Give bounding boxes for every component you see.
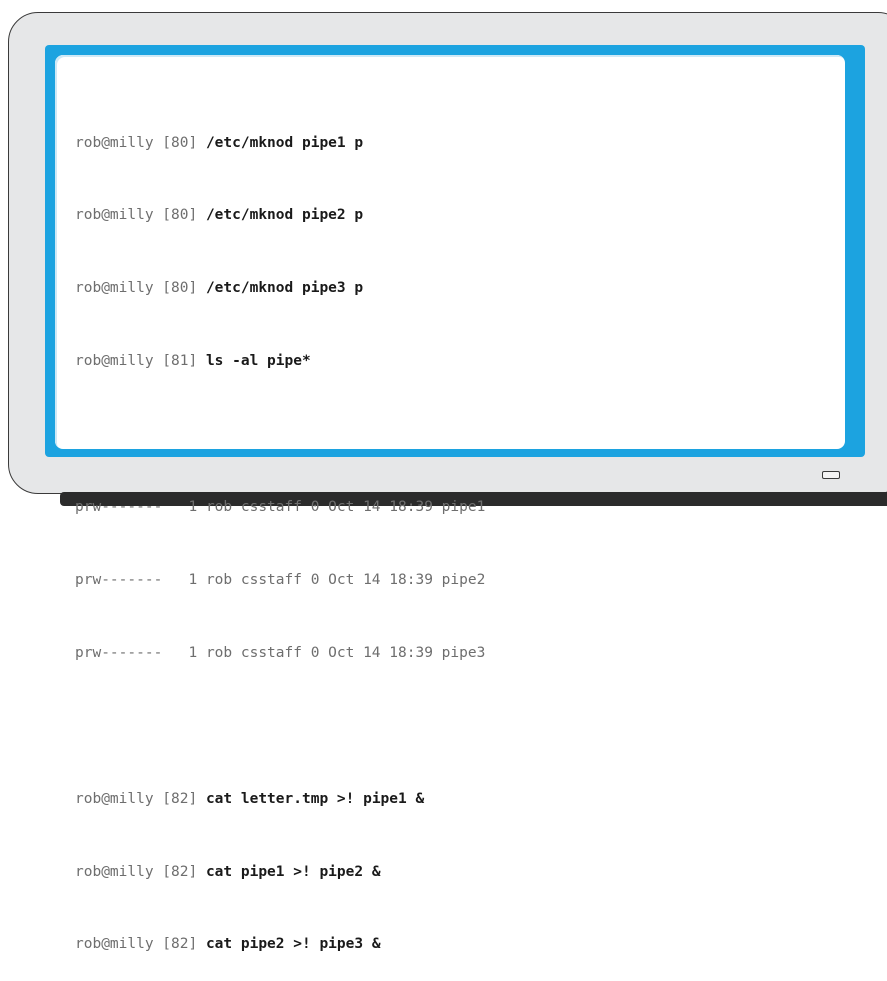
terminal-line: rob@milly [82] cat pipe1 >! pipe2 & — [75, 860, 485, 884]
shell-prompt: rob@milly [80] — [75, 280, 206, 297]
terminal-line: rob@milly [80] /etc/mknod pipe3 p — [75, 276, 485, 300]
terminal-line: rob@milly [81] ls -al pipe* — [75, 349, 485, 373]
listing-line: prw------- 1 rob csstaff 0 Oct 14 18:39 … — [75, 644, 486, 661]
shell-command: /etc/mknod pipe3 p — [205, 280, 364, 297]
shell-command: /etc/mknod pipe1 p — [205, 134, 364, 151]
shell-command: cat pipe2 >! pipe3 & — [205, 936, 381, 953]
power-indicator-icon — [822, 471, 840, 479]
shell-command: cat letter.tmp >! pipe1 & — [205, 790, 425, 807]
shell-prompt: rob@milly [82] — [75, 863, 206, 880]
listing-line: prw------- 1 rob csstaff 0 Oct 14 18:39 … — [75, 499, 486, 516]
shell-command: cat pipe1 >! pipe2 & — [205, 863, 381, 880]
shell-command: ls -al pipe* — [205, 353, 311, 370]
shell-prompt: rob@milly [82] — [75, 936, 206, 953]
shell-prompt: rob@milly [80] — [75, 134, 206, 151]
terminal-output: rob@milly [80] /etc/mknod pipe1 p rob@mi… — [75, 82, 485, 981]
shell-command: /etc/mknod pipe2 p — [205, 207, 364, 224]
terminal-line: rob@milly [82] cat letter.tmp >! pipe1 & — [75, 787, 485, 811]
shell-prompt: rob@milly [81] — [75, 353, 206, 370]
shell-prompt: rob@milly [82] — [75, 790, 206, 807]
listing-line: prw------- 1 rob csstaff 0 Oct 14 18:39 … — [75, 571, 486, 588]
shell-prompt: rob@milly [80] — [75, 207, 206, 224]
terminal-line: rob@milly [80] /etc/mknod pipe2 p — [75, 203, 485, 227]
terminal-line: rob@milly [82] cat pipe2 >! pipe3 & — [75, 932, 485, 956]
terminal-line: rob@milly [80] /etc/mknod pipe1 p — [75, 131, 485, 155]
